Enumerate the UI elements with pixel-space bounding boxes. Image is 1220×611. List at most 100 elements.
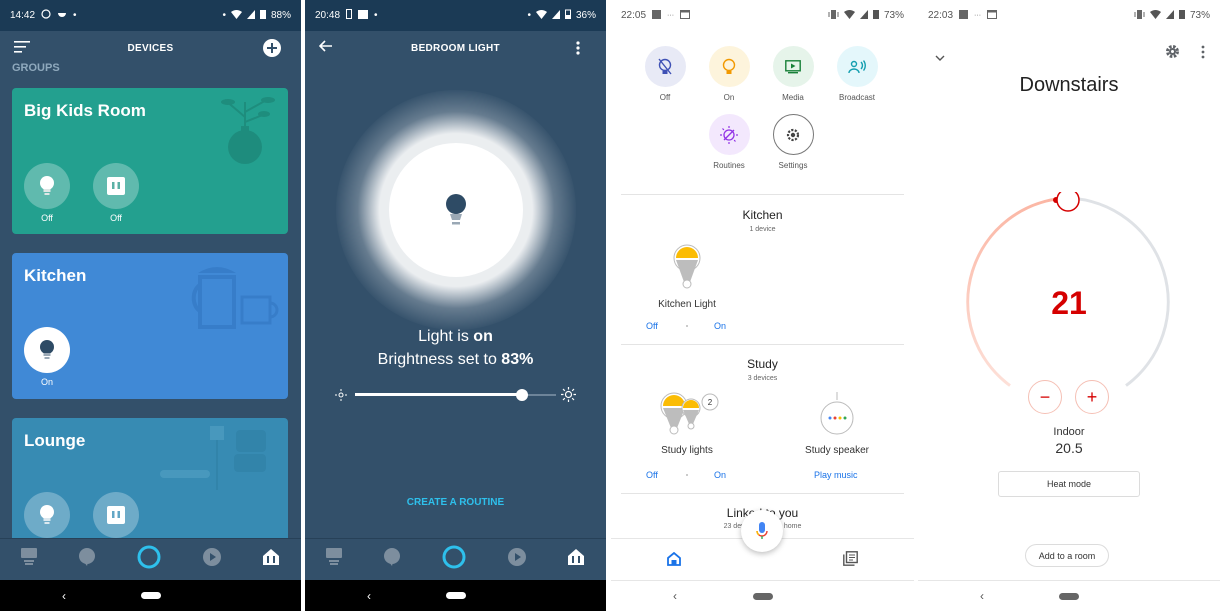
nav-communicate-icon[interactable] — [78, 548, 96, 571]
nav-alexa-icon[interactable] — [442, 545, 466, 574]
device-toggle[interactable] — [24, 492, 70, 538]
action-settings[interactable]: Settings — [761, 114, 825, 170]
coffee-illustration — [191, 267, 279, 329]
light-state-label: Light is — [418, 328, 474, 345]
room-title: Study — [747, 357, 778, 371]
status-bar: 22:03 ··· 73% — [918, 0, 1220, 31]
device-toggle[interactable] — [24, 163, 70, 209]
device-light[interactable]: Off — [24, 163, 70, 223]
bulb-icon — [40, 505, 54, 524]
nav-play-icon[interactable] — [202, 548, 221, 571]
brightness-slider[interactable] — [335, 387, 576, 403]
nav-feed-icon[interactable] — [843, 551, 858, 571]
decrease-temp-button[interactable]: − — [1028, 380, 1062, 414]
action-on[interactable]: On — [697, 46, 761, 102]
signal-icon — [1165, 9, 1174, 22]
device-light[interactable] — [24, 492, 70, 538]
action-off[interactable]: Off — [633, 46, 697, 102]
home-pill[interactable] — [445, 592, 466, 599]
device-study-lights[interactable]: 2 Study lights — [627, 392, 747, 456]
wifi-icon — [843, 9, 855, 22]
battery-level: 36% — [575, 10, 596, 21]
bedroom-light-screen: 20:48 • • 36% BEDROOM LIGHT Light is on … — [305, 0, 606, 611]
system-nav: ‹ — [0, 580, 301, 611]
device-study-speaker[interactable]: Study speaker — [777, 392, 897, 456]
study-lights-on-button[interactable]: On — [714, 470, 726, 480]
device-name: Study speaker — [805, 445, 869, 456]
battery-level: 73% — [1189, 10, 1210, 21]
device-kitchen-light[interactable]: Kitchen Light — [627, 244, 747, 310]
mic-icon — [756, 522, 768, 539]
back-icon[interactable]: ‹ — [980, 589, 984, 603]
device-plug[interactable]: Off — [93, 163, 139, 223]
action-label: Broadcast — [838, 93, 876, 102]
play-music-button[interactable]: Play music — [814, 470, 858, 480]
menu-icon[interactable] — [14, 41, 30, 56]
light-power-button[interactable] — [388, 143, 523, 277]
dot-icon: • — [73, 10, 77, 21]
light-count-badge: 2 — [708, 398, 713, 407]
device-toggle[interactable] — [93, 163, 139, 209]
device-plug[interactable] — [93, 492, 139, 538]
action-broadcast[interactable]: Broadcast — [825, 46, 889, 102]
system-nav: ‹ — [305, 580, 606, 611]
back-icon[interactable]: ‹ — [367, 589, 371, 603]
home-pill[interactable] — [140, 592, 161, 599]
group-name: Big Kids Room — [24, 101, 146, 120]
group-card-kitchen[interactable]: Kitchen On — [12, 253, 288, 399]
nav-home-icon[interactable] — [325, 548, 342, 571]
settings-gear-icon[interactable] — [1165, 44, 1180, 64]
action-routines[interactable]: Routines — [697, 114, 761, 170]
increase-temp-button[interactable]: + — [1075, 380, 1109, 414]
speaker-icon — [820, 392, 854, 435]
device-toggle[interactable] — [93, 492, 139, 538]
nav-home-icon[interactable] — [20, 548, 37, 571]
add-device-button[interactable] — [263, 39, 281, 60]
home-pill[interactable] — [752, 592, 773, 600]
action-media[interactable]: Media — [761, 46, 825, 102]
action-label: Media — [782, 93, 804, 102]
system-nav: ‹ — [918, 580, 1220, 611]
dot-icon: • — [527, 10, 531, 21]
device-state: On — [40, 377, 53, 387]
bulb-icon — [40, 340, 54, 359]
assistant-mic-button[interactable] — [741, 510, 783, 552]
divider — [621, 194, 904, 195]
status-bar: 22:05 ··· 73% — [611, 0, 914, 31]
alexa-devices-screen: 14:42 • • 88% DEVICES GROUPS Big Kids Ro… — [0, 0, 301, 611]
nav-home-icon[interactable] — [667, 551, 681, 571]
more-options-icon[interactable] — [576, 41, 580, 58]
group-card-big-kids-room[interactable]: Big Kids Room Off Off — [12, 88, 288, 234]
study-lights-off-button[interactable]: Off — [646, 470, 658, 480]
kitchen-light-on-button[interactable]: On — [714, 321, 726, 331]
nav-devices-icon[interactable] — [567, 548, 585, 571]
action-label: Settings — [778, 161, 808, 170]
create-routine-link[interactable]: CREATE A ROUTINE — [305, 497, 606, 508]
nav-communicate-icon[interactable] — [383, 548, 401, 571]
indoor-label: Indoor — [1053, 426, 1085, 438]
back-arrow-icon[interactable] — [318, 40, 333, 55]
nav-alexa-icon[interactable] — [137, 545, 161, 574]
slider-thumb[interactable] — [515, 389, 528, 401]
collapse-chevron-icon[interactable] — [935, 48, 945, 66]
kitchen-light-off-button[interactable]: Off — [646, 321, 658, 331]
device-light[interactable]: On — [24, 327, 70, 387]
back-icon[interactable]: ‹ — [673, 589, 677, 603]
room-device-count: 3 devices — [747, 375, 778, 382]
back-icon[interactable]: ‹ — [62, 589, 66, 603]
device-name: Kitchen Light — [658, 299, 716, 310]
group-name: Lounge — [24, 431, 86, 450]
setpoint-value: 21 — [1051, 285, 1087, 321]
add-to-room-button[interactable]: Add to a room — [1025, 544, 1109, 567]
nav-play-icon[interactable] — [507, 548, 526, 571]
dial-handle[interactable] — [1056, 192, 1080, 212]
heat-mode-button[interactable]: Heat mode — [998, 471, 1140, 497]
status-time: 22:05 — [621, 10, 647, 21]
home-pill[interactable] — [1059, 592, 1079, 600]
broadcast-icon — [848, 59, 866, 73]
brightness-value: 83% — [501, 351, 534, 368]
nav-devices-icon[interactable] — [262, 548, 280, 571]
more-options-icon[interactable] — [1201, 45, 1205, 64]
settings-icon — [786, 128, 800, 141]
device-toggle[interactable] — [24, 327, 70, 373]
